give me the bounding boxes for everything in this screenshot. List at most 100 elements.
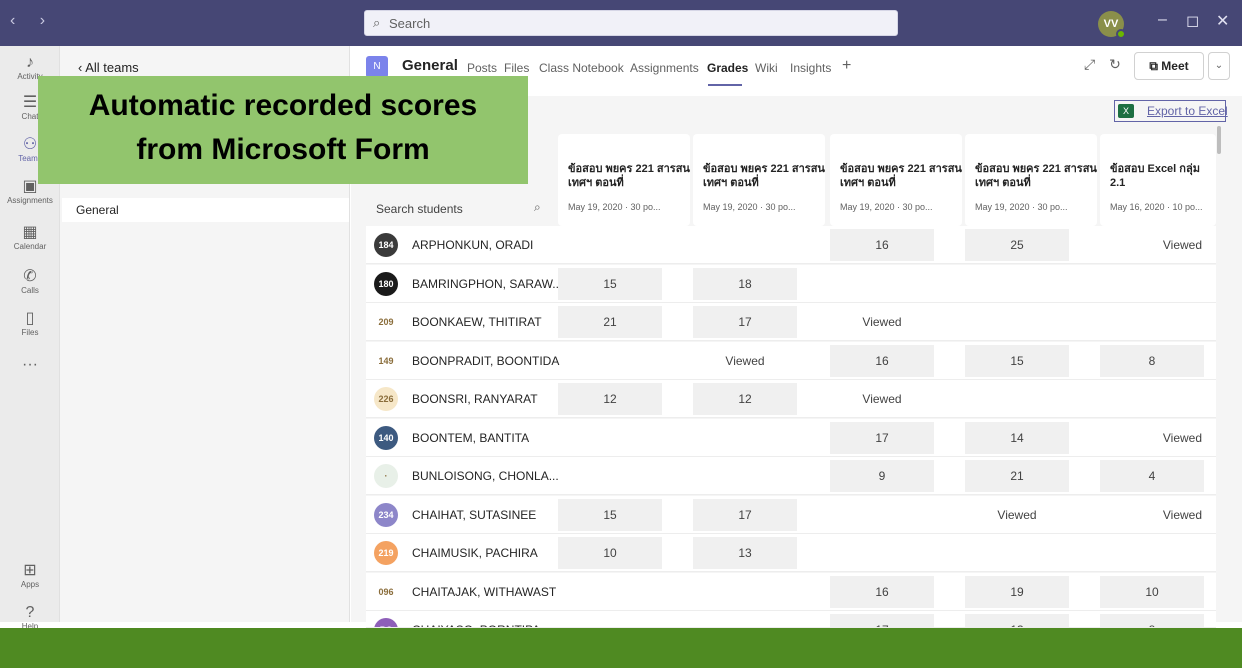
grade-cell[interactable]: Viewed (693, 345, 797, 377)
student-row[interactable]: 149 BOONPRADIT, BOONTIDA Viewed 16 15 8 (366, 341, 1216, 380)
grade-cell[interactable] (965, 537, 1069, 569)
grade-cell[interactable] (558, 345, 662, 377)
grade-cell[interactable]: Viewed (830, 306, 934, 338)
grade-cell[interactable]: 8 (1100, 344, 1204, 377)
tab-assignments[interactable]: Assignments (630, 61, 699, 75)
grade-cell[interactable] (830, 268, 934, 300)
tab-insights[interactable]: Insights (790, 61, 831, 75)
assignment-column-header[interactable]: ข้อสอบ พยคร 221 สารสนเทศฯ ตอนที่ May 19,… (558, 134, 690, 226)
student-row[interactable]: PCCHAIYASO, PORNTIPA17138 (366, 611, 1216, 628)
assignment-column-header[interactable]: ข้อสอบ Excel กลุ่ม 2.1 May 16, 2020 · 10… (1100, 134, 1216, 226)
grade-cell[interactable] (1100, 268, 1204, 300)
grade-cell[interactable]: 10 (558, 537, 662, 569)
grade-cell[interactable] (558, 460, 662, 492)
grade-cell[interactable] (693, 576, 797, 608)
grade-cell[interactable] (558, 229, 662, 261)
grade-cell[interactable]: 15 (558, 267, 662, 300)
rail-calls[interactable]: ✆ Calls (0, 268, 60, 296)
rail-apps[interactable]: ⊞ Apps (0, 562, 60, 590)
student-name[interactable]: CHAIHAT, SUTASINEE (412, 508, 536, 522)
grade-cell[interactable]: 17 (830, 614, 934, 627)
assignment-column-header[interactable]: ข้อสอบ พยคร 221 สารสนเทศฯ ตอนที่ May 19,… (693, 134, 825, 226)
grade-cell[interactable] (693, 229, 797, 261)
expand-icon[interactable]: ⤢ (1084, 56, 1095, 72)
student-row[interactable]: 184 ARPHONKUN, ORADI 16 25 Viewed (366, 226, 1216, 264)
grade-cell[interactable]: 16 (830, 344, 934, 377)
grade-cell[interactable]: 9 (830, 460, 934, 492)
grade-cell[interactable] (1100, 537, 1204, 569)
grade-cell[interactable]: 16 (830, 229, 934, 261)
grade-cell[interactable] (830, 499, 934, 531)
search-students-input[interactable]: Search students ⌕ (366, 190, 556, 226)
grade-cell[interactable]: 21 (558, 306, 662, 338)
rail-more[interactable]: ··· (0, 356, 60, 374)
vertical-scrollbar[interactable] (1217, 126, 1221, 154)
tab-class-notebook[interactable]: Class Notebook (539, 61, 624, 75)
student-name[interactable]: BOONPRADIT, BOONTIDA (412, 354, 559, 368)
student-name[interactable]: BOONTEM, BANTITA (412, 431, 529, 445)
student-name[interactable]: CHAITAJAK, WITHAWAST (412, 585, 556, 599)
close-button[interactable]: ✕ (1216, 11, 1229, 31)
meet-button[interactable]: ⧉ Meet (1134, 52, 1204, 80)
student-row[interactable]: 209 BOONKAEW, THITIRAT 21 17 Viewed (366, 303, 1216, 341)
grade-cell[interactable]: Viewed (1100, 499, 1216, 531)
student-name[interactable]: ARPHONKUN, ORADI (412, 238, 533, 252)
grade-cell[interactable]: 4 (1100, 460, 1204, 492)
grade-cell[interactable]: 25 (965, 229, 1069, 261)
export-to-excel-link[interactable]: Export to Excel (1147, 104, 1228, 118)
grade-cell[interactable]: 17 (693, 498, 797, 531)
grade-cell[interactable] (1100, 383, 1204, 415)
grade-cell[interactable]: Viewed (965, 499, 1069, 531)
grade-cell[interactable] (693, 422, 797, 454)
grade-cell[interactable]: 19 (965, 575, 1069, 608)
tab-wiki[interactable]: Wiki (755, 61, 778, 75)
student-row[interactable]: 234 CHAIHAT, SUTASINEE 15 17 Viewed Viewed (366, 495, 1216, 534)
history-nav-arrows[interactable]: ‹ › (10, 12, 55, 30)
grade-cell[interactable]: 8 (1100, 614, 1204, 627)
rail-files[interactable]: ▯ Files (0, 310, 60, 338)
grade-cell[interactable]: 13 (693, 537, 797, 569)
student-row[interactable]: 096 CHAITAJAK, WITHAWAST 16 19 10 (366, 572, 1216, 611)
student-name[interactable]: BOONSRI, RANYARAT (412, 392, 538, 406)
search-input[interactable]: ⌕ Search (364, 10, 898, 36)
grade-cell[interactable]: 17 (693, 306, 797, 338)
grade-cell[interactable] (558, 422, 662, 454)
grade-cell[interactable] (693, 614, 797, 627)
student-name[interactable]: CHAIMUSIK, PACHIRA (412, 546, 538, 560)
grade-cell[interactable] (558, 576, 662, 608)
grade-cell[interactable]: Viewed (830, 383, 934, 415)
student-row[interactable]: 140 BOONTEM, BANTITA 17 14 Viewed (366, 418, 1216, 457)
student-name[interactable]: BOONKAEW, THITIRAT (412, 315, 542, 329)
tab-files[interactable]: Files (504, 61, 529, 75)
student-name[interactable]: BAMRINGPHON, SARAW... (412, 277, 562, 291)
maximize-button[interactable]: ◻ (1186, 11, 1199, 31)
add-tab-button[interactable]: + (842, 57, 851, 75)
grade-cell[interactable] (693, 460, 797, 492)
grade-cell[interactable] (965, 383, 1069, 415)
student-row[interactable]: 219 CHAIMUSIK, PACHIRA 10 13 (366, 534, 1216, 572)
grade-cell[interactable]: 14 (965, 421, 1069, 454)
grade-cell[interactable]: 13 (965, 614, 1069, 627)
student-row[interactable]: 226 BOONSRI, RANYARAT 12 12 Viewed (366, 380, 1216, 418)
rail-calendar[interactable]: ▦ Calendar (0, 224, 60, 252)
grade-cell[interactable]: 12 (693, 383, 797, 415)
grade-cell[interactable] (965, 268, 1069, 300)
grade-cell[interactable]: 16 (830, 575, 934, 608)
refresh-icon[interactable]: ↻ (1109, 56, 1121, 72)
grade-cell[interactable]: 10 (1100, 575, 1204, 608)
grade-cell[interactable]: 17 (830, 421, 934, 454)
grade-cell[interactable] (965, 306, 1069, 338)
grade-cell[interactable]: 18 (693, 267, 797, 300)
student-row[interactable]: · BUNLOISONG, CHONLA... 9 21 4 (366, 457, 1216, 495)
tab-grades[interactable]: Grades (707, 61, 748, 75)
grade-cell[interactable]: 12 (558, 383, 662, 415)
grade-cell[interactable]: Viewed (1100, 422, 1216, 454)
grade-cell[interactable] (558, 614, 662, 627)
student-name[interactable]: BUNLOISONG, CHONLA... (412, 469, 559, 483)
grade-cell[interactable] (830, 537, 934, 569)
student-row[interactable]: 180 BAMRINGPHON, SARAW... 15 18 (366, 264, 1216, 303)
assignment-column-header[interactable]: ข้อสอบ พยคร 221 สารสนเทศฯ ตอนที่ May 19,… (830, 134, 962, 226)
meet-dropdown-button[interactable]: ⌄ (1208, 52, 1230, 80)
grade-cell[interactable]: Viewed (1100, 229, 1216, 261)
grade-cell[interactable] (1100, 306, 1204, 338)
